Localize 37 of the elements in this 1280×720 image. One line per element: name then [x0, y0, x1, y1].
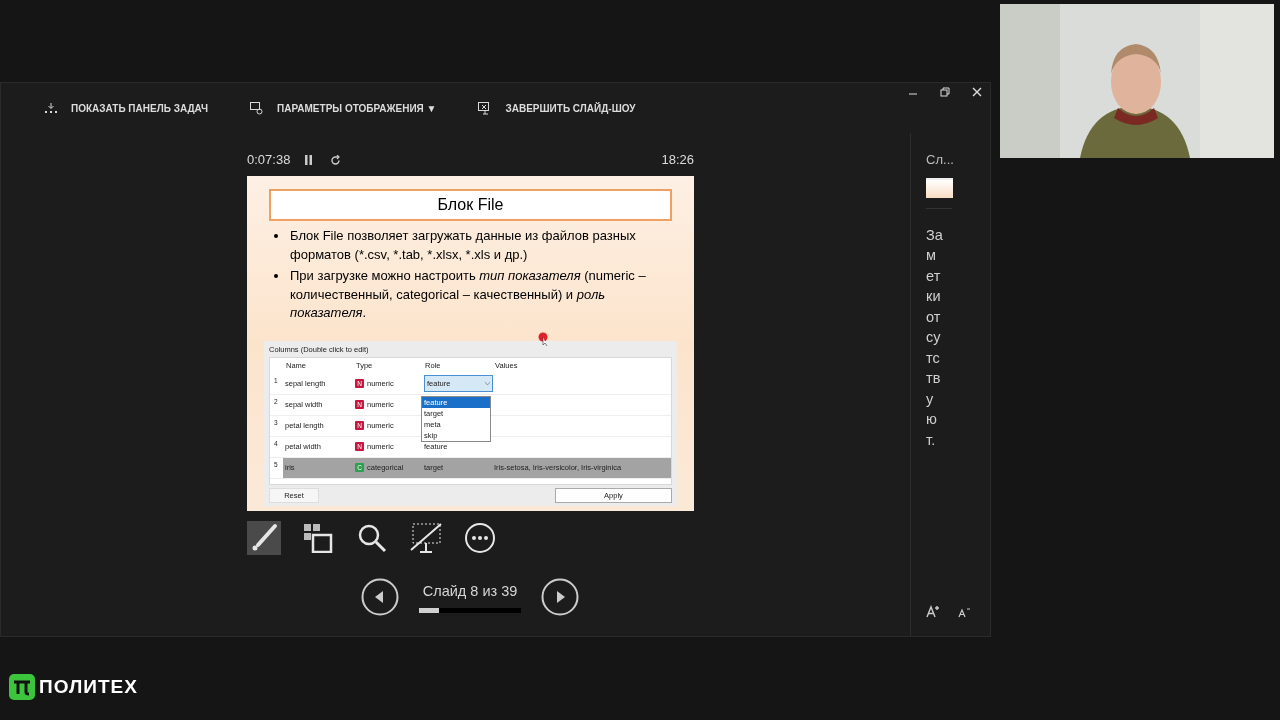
elapsed-time: 0:07:38	[247, 151, 291, 170]
caret-icon	[485, 382, 490, 386]
slide-counter: Слайд 8 из 39	[422, 582, 518, 602]
search-icon	[357, 523, 387, 553]
next-slide-label: Сл...	[926, 151, 955, 169]
monitor-close-icon	[478, 101, 492, 115]
toolbar-button[interactable]: ПАРАМЕТРЫ ОТОБРАЖЕНИЯ ▼	[250, 100, 437, 116]
toolbar-button[interactable]: ЗАВЕРШИТЬ СЛАЙД-ШОУ	[478, 100, 636, 116]
slides-grid-icon	[303, 523, 333, 553]
toolbar-button[interactable]: ПОКАЗАТЬ ПАНЕЛЬ ЗАДАЧ	[45, 100, 209, 116]
next-slide-icon[interactable]	[541, 578, 579, 616]
laser-pointer-icon	[538, 332, 550, 346]
close-icon[interactable]	[972, 87, 982, 97]
previous-slide-icon[interactable]	[361, 578, 399, 616]
tool-button[interactable]	[409, 521, 443, 555]
decrease-font-icon[interactable]	[958, 607, 971, 618]
notes-text: Заметки отсутствуют.	[926, 225, 944, 450]
bullet-text: Блок File позволяет загружать данные из файлов разных форматов (*.csv, *.tab, *.xlsx, *.xls и др.)	[290, 227, 637, 264]
increase-font-icon[interactable]	[926, 605, 941, 618]
restore-icon[interactable]	[940, 87, 950, 97]
bullet-text: При загрузке можно настроить тип показателя (numeric – количественный, categorical – качественный) и роль показателя.	[290, 267, 647, 322]
bullet-icon	[274, 274, 278, 278]
bullet-icon	[274, 234, 278, 238]
tool-button[interactable]	[301, 521, 335, 555]
tool-button[interactable]	[247, 521, 281, 555]
screen-off-icon	[410, 522, 442, 554]
slide-thumbnail[interactable]	[926, 177, 954, 198]
slide-title: Блок File	[269, 189, 672, 221]
clock-time: 18:26	[661, 151, 694, 170]
logo-icon	[9, 674, 35, 701]
tool-button[interactable]	[463, 521, 497, 555]
taskbar-icon	[45, 103, 57, 113]
logo-text: ПОЛИТЕХ	[39, 675, 138, 699]
monitor-gear-icon	[250, 101, 264, 115]
pause-icon[interactable]	[304, 155, 314, 165]
restart-icon[interactable]	[330, 154, 342, 166]
more-icon	[464, 522, 496, 554]
